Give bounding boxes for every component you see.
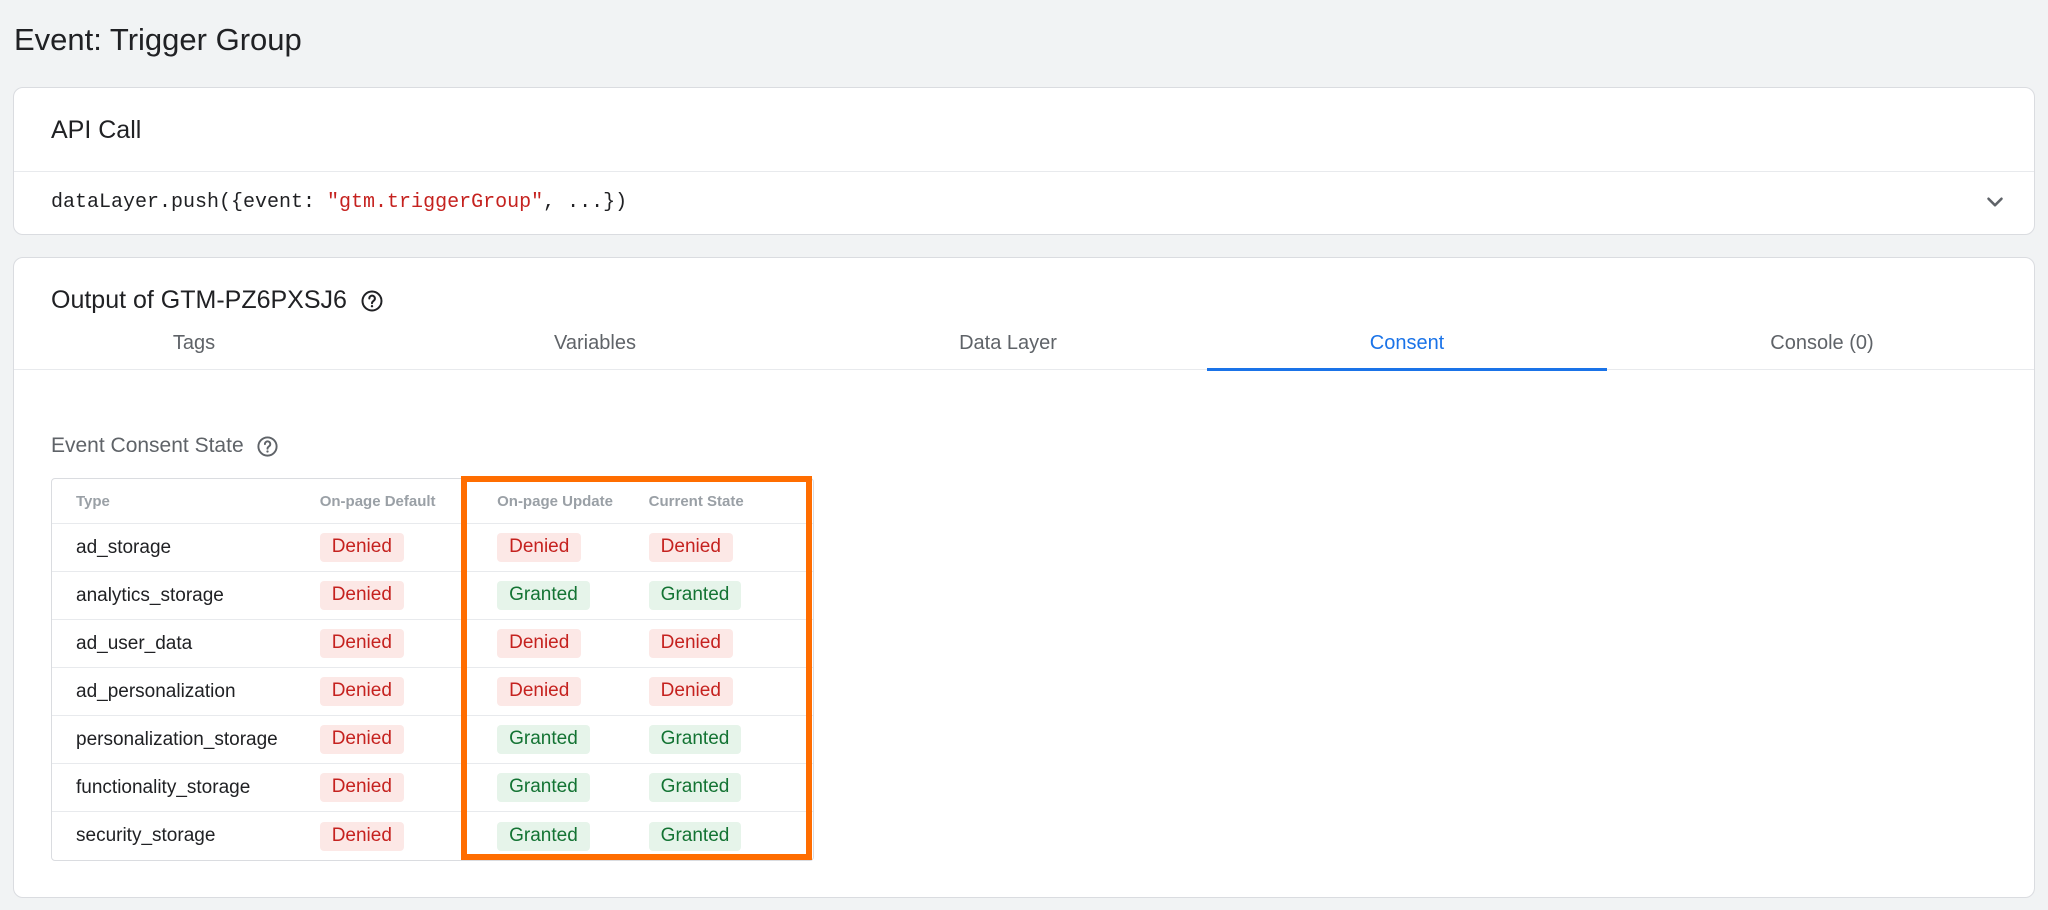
current-state-cell: Granted bbox=[634, 572, 813, 620]
help-icon[interactable] bbox=[256, 435, 279, 458]
consent-type-cell: personalization_storage bbox=[52, 716, 308, 764]
consent-type-cell: functionality_storage bbox=[52, 764, 308, 812]
status-badge: Granted bbox=[497, 773, 590, 802]
section-title-row: Event Consent State bbox=[51, 434, 279, 458]
api-call-header: API Call bbox=[14, 88, 2034, 172]
table-row: analytics_storage Denied Granted Granted bbox=[52, 572, 813, 620]
status-badge: Denied bbox=[497, 677, 582, 706]
current-state-cell: Granted bbox=[634, 764, 813, 812]
output-title: Output of GTM-PZ6PXSJ6 bbox=[51, 286, 347, 314]
consent-type-cell: security_storage bbox=[76, 825, 216, 846]
tab-consent[interactable]: Consent bbox=[1207, 328, 1607, 371]
on-page-default-cell: Denied bbox=[307, 764, 466, 812]
status-badge: Denied bbox=[648, 629, 733, 658]
status-badge: Denied bbox=[319, 581, 404, 610]
page-title: Event: Trigger Group bbox=[14, 22, 302, 57]
header-current-state: Current State bbox=[634, 479, 813, 524]
current-state-cell: Denied bbox=[634, 524, 813, 572]
current-state-cell: Denied bbox=[634, 668, 813, 716]
status-badge: Denied bbox=[648, 533, 733, 562]
status-badge: Granted bbox=[648, 581, 742, 610]
status-badge: Granted bbox=[497, 725, 590, 754]
status-badge: Denied bbox=[319, 677, 404, 706]
status-badge: Granted bbox=[648, 725, 742, 754]
consent-type-cell: ad_user_data bbox=[52, 620, 308, 668]
on-page-default-cell: Denied bbox=[307, 668, 466, 716]
table-row: personalization_storage Denied Granted Gran… bbox=[52, 716, 813, 764]
on-page-default-cell: Denied bbox=[307, 524, 466, 572]
table-row: functionality_storage Denied Granted Grante… bbox=[52, 764, 813, 812]
header-on-page-update: On-page Update bbox=[465, 479, 635, 524]
on-page-default-cell: Denied bbox=[307, 620, 466, 668]
table-row: ad_personalization Denied Denied Denied bbox=[52, 668, 813, 716]
on-page-default-cell: Denied bbox=[307, 716, 466, 764]
code-prefix: dataLayer.push({event: bbox=[51, 191, 328, 214]
on-page-update-cell: Denied bbox=[465, 668, 635, 716]
on-page-update-cell: Granted bbox=[465, 812, 635, 860]
current-state-cell: Granted bbox=[635, 812, 813, 860]
consent-table: Type On-page Default On-page Update Curr… bbox=[51, 478, 814, 861]
code-string: "gtm.triggerGroup" bbox=[327, 191, 544, 214]
current-state-cell: Granted bbox=[634, 716, 813, 764]
table-row: ad_storage Denied Denied Denied bbox=[52, 524, 813, 572]
tab-data-layer[interactable]: Data Layer bbox=[814, 328, 1202, 370]
tab-variables[interactable]: Variables bbox=[401, 328, 789, 370]
status-badge: Granted bbox=[497, 821, 590, 851]
on-page-default-cell: Denied bbox=[307, 572, 466, 620]
table-row: ad_user_data Denied Denied Denied bbox=[52, 620, 813, 668]
header-on-page-default: On-page Default bbox=[307, 479, 466, 524]
status-badge: Denied bbox=[319, 821, 404, 851]
output-card: Output of GTM-PZ6PXSJ6 Tags Variables Da… bbox=[13, 257, 2035, 898]
tab-console[interactable]: Console (0) bbox=[1622, 328, 2022, 370]
output-tabs: Tags Variables Data Layer Consent Consol… bbox=[14, 328, 2034, 371]
on-page-update-cell: Granted bbox=[465, 572, 635, 620]
status-badge: Denied bbox=[648, 677, 733, 706]
status-badge: Granted bbox=[497, 581, 590, 610]
consent-type-cell: ad_personalization bbox=[52, 668, 308, 716]
status-badge: Granted bbox=[648, 773, 742, 802]
section-title: Event Consent State bbox=[51, 434, 244, 457]
status-badge: Denied bbox=[497, 533, 582, 562]
table-header-row: Type On-page Default On-page Update Curr… bbox=[52, 479, 813, 524]
status-badge: Denied bbox=[319, 725, 404, 754]
api-call-code[interactable]: dataLayer.push({event: "gtm.triggerGroup… bbox=[14, 172, 2034, 234]
status-badge: Denied bbox=[319, 533, 404, 562]
current-state-cell: Denied bbox=[634, 620, 813, 668]
chevron-down-icon[interactable] bbox=[1982, 189, 2008, 215]
on-page-default-cell: Denied bbox=[308, 812, 466, 860]
status-badge: Denied bbox=[319, 773, 404, 802]
page: Event: Trigger Group API Call dataLayer.… bbox=[0, 0, 2048, 910]
consent-table-body: ad_storage Denied Denied Denied analytics_st… bbox=[52, 524, 813, 860]
output-title-row: Output of GTM-PZ6PXSJ6 bbox=[51, 286, 384, 315]
header-type: Type bbox=[52, 479, 308, 524]
status-badge: Granted bbox=[648, 821, 742, 851]
code-suffix: , ...}) bbox=[543, 191, 628, 214]
on-page-update-cell: Denied bbox=[465, 620, 635, 668]
on-page-update-cell: Denied bbox=[465, 524, 635, 572]
api-call-card: API Call dataLayer.push({event: "gtm.tri… bbox=[13, 87, 2035, 235]
status-badge: Denied bbox=[497, 629, 582, 658]
help-icon[interactable] bbox=[360, 289, 384, 313]
tab-tags[interactable]: Tags bbox=[14, 328, 374, 370]
consent-type-cell: ad_storage bbox=[52, 524, 308, 572]
status-badge: Denied bbox=[319, 629, 404, 658]
on-page-update-cell: Granted bbox=[465, 764, 635, 812]
table-row: security_storage Denied Granted Granted bbox=[52, 812, 813, 860]
on-page-update-cell: Granted bbox=[465, 716, 635, 764]
consent-type-cell: analytics_storage bbox=[52, 572, 308, 620]
